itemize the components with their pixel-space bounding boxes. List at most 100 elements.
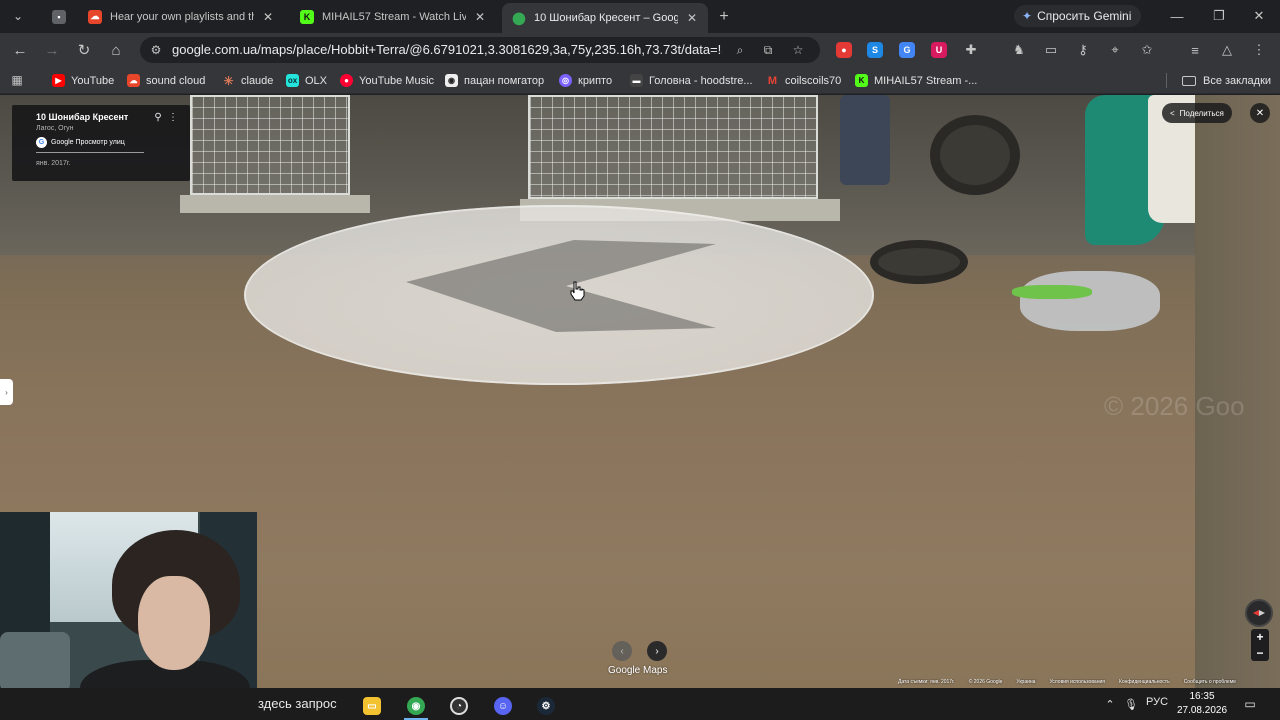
translate-extension-icon[interactable]: G	[899, 42, 915, 58]
minimize-button[interactable]: —	[1166, 6, 1188, 26]
expand-panel-button[interactable]: ›	[0, 379, 13, 405]
share-label: Поделиться	[1179, 108, 1224, 118]
bookmark-youtube[interactable]: ▶ YouTube	[52, 72, 114, 89]
bookmark-gmail[interactable]: M coilscoils70	[766, 72, 841, 89]
bookmark-soundcloud[interactable]: ☁ sound cloud	[127, 72, 205, 89]
site-info-icon[interactable]: ⚙	[148, 42, 164, 58]
soundcloud-favicon-icon: ☁	[88, 9, 102, 24]
ask-gemini-button[interactable]: ✦ Спросить Gemini	[1014, 5, 1142, 27]
scene-cage-center	[528, 95, 818, 199]
bookmark-hoodstream[interactable]: ▬ Головна - hoodstre...	[630, 72, 753, 89]
tab-title: 10 Шонибар Кресент – Google	[534, 12, 678, 24]
language-indicator[interactable]: РУС	[1146, 696, 1168, 708]
clock-time: 16:35	[1189, 691, 1215, 702]
bookmark-label: coilscoils70	[785, 74, 842, 87]
scene-cage-left	[190, 95, 350, 195]
place-subtitle: Лагос, Огун	[36, 125, 74, 132]
close-street-view-button[interactable]: ✕	[1250, 103, 1270, 123]
taskbar-search-input[interactable]: здесь запрос	[258, 696, 337, 711]
taskbar-clock[interactable]: 16:35 27.08.2026	[1176, 690, 1228, 718]
attribution-copyright: © 2026 Google	[968, 679, 1003, 685]
bookmark-claude[interactable]: ✳ claude	[222, 72, 273, 89]
bookmark-youtube-music[interactable]: ● YouTube Music	[340, 72, 434, 89]
tab-close-icon[interactable]: ✕	[472, 9, 488, 25]
privacy-link[interactable]: Конфиденциальность	[1119, 679, 1170, 688]
tab-kick-stream[interactable]: K MIHAIL57 Stream - Watch Live ✕	[290, 3, 496, 30]
cam-sofa	[0, 632, 70, 692]
bookmark-olx[interactable]: ox OLX	[286, 72, 327, 89]
map-pin-icon[interactable]: ⚲	[152, 111, 164, 123]
card-icon[interactable]: ▭	[1043, 42, 1059, 58]
taskbar-steam[interactable]: ⚙	[528, 692, 564, 720]
time-slider[interactable]	[36, 152, 144, 153]
install-app-icon[interactable]: ⧉	[760, 42, 776, 58]
taskbar-app-timer[interactable]: ◔	[441, 692, 477, 720]
reading-list-icon[interactable]: ≡	[1187, 42, 1203, 58]
restore-button[interactable]: ❐	[1208, 6, 1230, 26]
reload-button[interactable]: ↻	[73, 39, 95, 61]
notifications-icon[interactable]: ▭	[1240, 695, 1260, 713]
back-button[interactable]: ←	[9, 39, 31, 61]
menu-kebab-icon[interactable]: ⋮	[1251, 42, 1267, 58]
close-window-button[interactable]: ✕	[1248, 6, 1270, 26]
tab-close-icon[interactable]: ✕	[684, 10, 700, 26]
extensions-puzzle-icon[interactable]: ✚	[963, 42, 979, 58]
report-problem-link[interactable]: Сообщить о проблеме	[1184, 679, 1236, 688]
profile-icon[interactable]: △	[1219, 42, 1235, 58]
location-icon[interactable]: ⌖	[1107, 42, 1123, 58]
tab-soundcloud[interactable]: ☁ Hear your own playlists and the ✕	[78, 3, 284, 30]
share-button[interactable]: < Поделиться	[1162, 103, 1232, 123]
taskbar-discord[interactable]: ☺	[485, 692, 521, 720]
next-image-button[interactable]: ›	[647, 641, 667, 661]
taskbar-file-explorer[interactable]: ▭	[354, 692, 390, 720]
previous-image-button[interactable]: ‹	[612, 641, 632, 661]
extension-red-icon[interactable]: ●	[836, 42, 852, 58]
bookmark-crypto[interactable]: ◎ крипто	[559, 72, 612, 89]
more-options-icon[interactable]: ⋮	[168, 111, 178, 123]
pomgator-icon: ◉	[445, 74, 458, 87]
tab-search-button[interactable]: ⌄	[6, 5, 30, 27]
all-bookmarks-button[interactable]: Все закладки	[1182, 72, 1271, 89]
bookmark-star-icon[interactable]: ☆	[790, 42, 806, 58]
move-forward-arrow-icon[interactable]	[406, 240, 716, 332]
olx-icon: ox	[286, 74, 299, 87]
bookmark-label: claude	[241, 74, 274, 87]
new-tab-button[interactable]: +	[714, 7, 734, 27]
crypto-icon: ◎	[559, 74, 572, 87]
compass-needle-icon	[1253, 610, 1265, 616]
apps-grid-icon[interactable]: ▦	[10, 73, 24, 87]
incognito-icon[interactable]: ♞	[1011, 42, 1027, 58]
terms-link[interactable]: Условия использования	[1049, 679, 1105, 688]
claude-icon: ✳	[223, 73, 234, 88]
extension-blue-icon[interactable]: S	[867, 42, 883, 58]
bookmark-label: OLX	[305, 74, 328, 87]
compass-icon[interactable]	[1245, 599, 1273, 627]
youtube-music-icon: ●	[340, 74, 353, 87]
zoom-in-button[interactable]: +	[1251, 629, 1269, 645]
tab-close-icon[interactable]: ✕	[260, 9, 276, 25]
bookmark-label: крипто	[578, 74, 613, 87]
chrome-icon: ◉	[407, 697, 425, 715]
tray-chevron-icon[interactable]: ⌃	[1102, 696, 1118, 712]
url-text[interactable]: google.com.ua/maps/place/Hobbit+Terra/@6…	[172, 42, 722, 57]
bookmark-kick[interactable]: K MIHAIL57 Stream -...	[855, 72, 977, 89]
microphone-icon[interactable]: 🎙	[1124, 696, 1138, 712]
zoom-icon[interactable]: ⌕	[732, 42, 748, 58]
tab-google-maps[interactable]: ⬤ 10 Шонибар Кресент – Google ✕	[502, 3, 708, 33]
place-title[interactable]: 10 Шонибар Кресент	[36, 112, 160, 122]
bookmarks-divider	[1166, 73, 1167, 88]
tab-pinned[interactable]: ▪	[42, 3, 76, 30]
key-icon[interactable]: ⚷	[1075, 42, 1091, 58]
forward-button[interactable]: →	[41, 39, 63, 61]
taskbar-chrome[interactable]: ◉	[398, 692, 434, 720]
bookmarks-star-icon[interactable]: ✩	[1139, 42, 1155, 58]
attribution-region[interactable]: Украина	[1016, 679, 1035, 688]
address-bar[interactable]: ⚙ google.com.ua/maps/place/Hobbit+Terra/…	[140, 37, 820, 63]
discord-icon: ☺	[494, 697, 512, 715]
home-button[interactable]: ⌂	[105, 39, 127, 61]
bookmark-pomgator[interactable]: ◉ пацан помгатор	[445, 72, 544, 89]
extension-pink-icon[interactable]: U	[931, 42, 947, 58]
zoom-control: + −	[1251, 629, 1269, 661]
zoom-out-button[interactable]: −	[1251, 645, 1269, 661]
timer-app-icon: ◔	[450, 697, 468, 715]
